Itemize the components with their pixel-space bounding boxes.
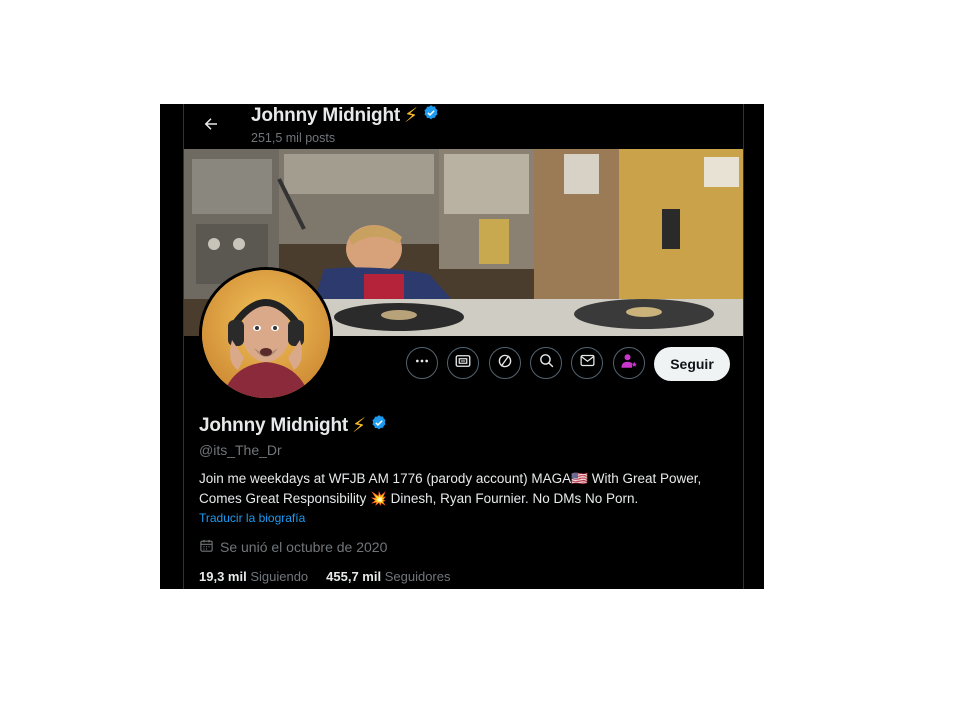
- profile-name-row: Johnny Midnight ⚡: [199, 414, 388, 437]
- grok-icon: [454, 352, 472, 375]
- following-count: 19,3 mil: [199, 569, 247, 584]
- more-icon: [414, 353, 430, 374]
- avatar[interactable]: [199, 267, 333, 401]
- followers-link[interactable]: 455,7 mil Seguidores: [326, 569, 450, 584]
- unfollow-cycle-button[interactable]: [489, 347, 521, 379]
- calendar-icon: [199, 538, 214, 556]
- translate-bio-link[interactable]: Traducir la biografía: [199, 511, 305, 525]
- profile-column: Johnny Midnight ⚡ 251,5 mil posts Seguir…: [183, 104, 744, 589]
- join-date-text: Se unió el octubre de 2020: [220, 539, 388, 555]
- search-button[interactable]: [530, 347, 562, 379]
- arrow-left-icon: [202, 115, 220, 138]
- more-button[interactable]: [406, 347, 438, 379]
- followers-label: Seguidores: [384, 569, 451, 584]
- verified-badge-icon: [422, 104, 440, 127]
- subscribe-button[interactable]: [613, 347, 645, 379]
- follow-stats: 19,3 mil Siguiendo 455,7 mil Seguidores: [199, 569, 451, 584]
- header-name: Johnny Midnight: [251, 104, 400, 126]
- follow-button[interactable]: Seguir: [654, 347, 730, 381]
- subscribe-icon: [620, 352, 638, 375]
- bio-line: Join me weekdays at WFJB AM 1776 (parody…: [199, 471, 702, 486]
- following-link[interactable]: 19,3 mil Siguiendo: [199, 569, 308, 584]
- mail-icon: [579, 352, 596, 374]
- app-window: Johnny Midnight ⚡ 251,5 mil posts Seguir…: [160, 104, 764, 589]
- unfollow-cycle-icon: [496, 352, 514, 375]
- header-name-emoji: ⚡: [403, 104, 419, 127]
- profile-handle: @its_The_Dr: [199, 442, 282, 458]
- display-name: Johnny Midnight: [199, 414, 348, 436]
- header-title: Johnny Midnight ⚡: [251, 104, 440, 127]
- message-button[interactable]: [571, 347, 603, 379]
- verified-badge-icon: [370, 414, 388, 437]
- following-label: Siguiendo: [250, 569, 309, 584]
- followers-count: 455,7 mil: [326, 569, 382, 584]
- bio-line: Comes Great Responsibility 💥 Dinesh, Rya…: [199, 490, 639, 506]
- join-date: Se unió el octubre de 2020: [199, 538, 387, 556]
- grok-button[interactable]: [447, 347, 479, 379]
- profile-bio: Join me weekdays at WFJB AM 1776 (parody…: [199, 469, 739, 508]
- search-icon: [538, 352, 555, 374]
- back-button[interactable]: [194, 109, 228, 143]
- display-name-emoji: ⚡: [351, 414, 367, 437]
- posts-count: 251,5 mil posts: [251, 131, 336, 145]
